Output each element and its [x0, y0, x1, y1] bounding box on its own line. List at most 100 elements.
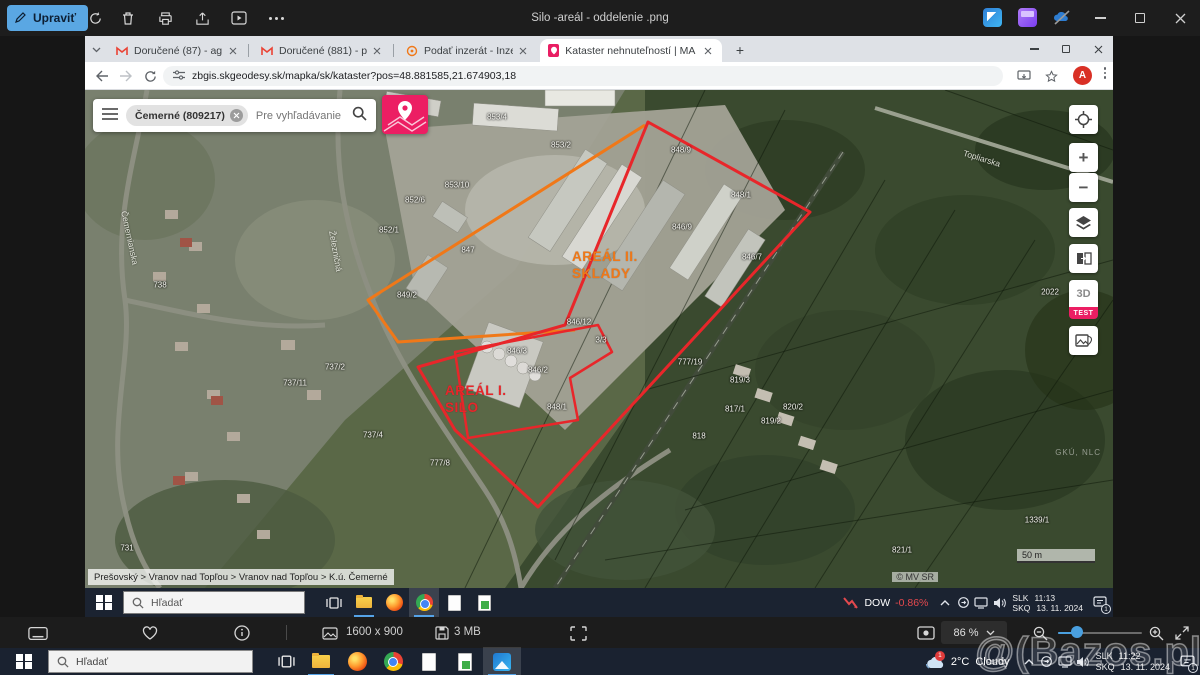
zoom-out-button[interactable]: −: [1069, 173, 1098, 202]
browser-close-button[interactable]: [1083, 36, 1113, 62]
tab-gmail-2[interactable]: Doručené (881) - peter.ontko: [252, 39, 390, 62]
delete-icon[interactable]: [118, 8, 138, 28]
edit-button[interactable]: Upraviť: [7, 5, 88, 31]
menu-hamburger-icon[interactable]: [102, 107, 118, 125]
3d-view-button[interactable]: 3D: [1069, 280, 1098, 307]
map-scalebar: 50 m: [1017, 549, 1095, 563]
weather-widget[interactable]: 1 2°C Cloudy: [925, 655, 1010, 669]
tab-close-icon[interactable]: [228, 44, 237, 58]
calc-icon[interactable]: [447, 647, 483, 675]
system-tray: 1 2°C Cloudy SLK11:22 SKQ13. 11. 2024 1: [925, 647, 1200, 675]
clipchamp-app-icon[interactable]: [1018, 8, 1037, 27]
photos-titlebar: Upraviť Silo -areál - oddelenie .png: [0, 0, 1200, 36]
chip-remove-icon[interactable]: [230, 109, 243, 122]
tab-mapka-active[interactable]: Kataster nehnuteľností | MAPKA: [540, 39, 722, 62]
slideshow-icon[interactable]: [229, 8, 249, 28]
clock-language: SLK11:13 SKQ13. 11. 2024: [1012, 593, 1083, 613]
file-explorer-icon[interactable]: [303, 647, 339, 675]
network-tray-icon[interactable]: [1056, 647, 1074, 675]
zoom-in-button[interactable]: +: [1069, 143, 1098, 172]
parcel-label: 777/8: [430, 459, 450, 468]
search-icon[interactable]: [352, 106, 367, 126]
more-options-icon[interactable]: [266, 8, 286, 28]
network-tray-icon: [972, 588, 990, 617]
mapka-icon: [548, 44, 559, 57]
search-chip[interactable]: Čemerné (809217): [126, 105, 248, 126]
task-view-icon[interactable]: [269, 647, 303, 675]
zoom-out-magnifier-icon[interactable]: [1030, 623, 1050, 643]
fullscreen-expand-icon[interactable]: [1172, 623, 1192, 643]
chrome-icon: [409, 588, 439, 617]
zoom-level-dropdown[interactable]: 86 %: [941, 621, 1007, 644]
browser-minimize-button[interactable]: [1019, 36, 1049, 62]
notification-icon[interactable]: 1: [1174, 647, 1200, 675]
reload-icon[interactable]: [141, 67, 159, 85]
writer-doc-icon: [439, 588, 469, 617]
volume-tray-icon: [990, 588, 1008, 617]
tab-close-icon[interactable]: [373, 44, 382, 58]
volume-tray-icon[interactable]: [1074, 647, 1092, 675]
photos-app-icon[interactable]: [483, 647, 521, 675]
tab-separator: [393, 44, 394, 57]
mapka-logo[interactable]: [382, 95, 428, 134]
chrome-icon[interactable]: [375, 647, 411, 675]
info-icon[interactable]: [232, 623, 252, 643]
tab-search-chevron-icon[interactable]: [91, 42, 102, 60]
tab-bazos[interactable]: Podať inzerát - Inzercia zadarm: [397, 39, 535, 62]
tab-close-icon[interactable]: [519, 44, 527, 58]
back-icon[interactable]: [93, 67, 111, 85]
forward-icon[interactable]: [117, 67, 135, 85]
compare-maps-button[interactable]: [1069, 244, 1098, 273]
hidden-icons-chevron[interactable]: [1020, 647, 1038, 675]
minimize-button[interactable]: [1080, 0, 1120, 36]
crop-corners-icon[interactable]: [568, 623, 588, 643]
zoom-slider-handle[interactable]: [1071, 626, 1083, 638]
parcel-label: 849/2: [397, 291, 417, 300]
share-icon[interactable]: [192, 8, 212, 28]
map-searchbar[interactable]: Čemerné (809217) Pre vyhľadávanie v kata…: [93, 99, 376, 132]
zoom-in-magnifier-icon[interactable]: [1146, 623, 1166, 643]
writer-doc-icon[interactable]: [411, 647, 447, 675]
locate-me-button[interactable]: [1069, 105, 1098, 134]
fit-to-window-icon[interactable]: [916, 623, 936, 643]
parcel-label: 853/10: [445, 181, 469, 190]
map-search-input[interactable]: Pre vyhľadávanie v katastri: [256, 110, 344, 122]
map-viewport[interactable]: 853/4853/2848/9848/1853/10852/6852/1846/…: [85, 90, 1113, 588]
parcel-label: 731: [120, 544, 133, 553]
layers-button[interactable]: [1069, 208, 1098, 237]
start-button[interactable]: [0, 647, 48, 675]
taskbar-search-placeholder: Hľadať: [151, 597, 183, 609]
bookmark-star-icon[interactable]: [1042, 67, 1060, 85]
url-bar[interactable]: zbgis.skgeodesy.sk/mapka/sk/kataster?pos…: [163, 66, 1003, 86]
site-settings-icon[interactable]: [173, 70, 185, 83]
close-button[interactable]: [1160, 0, 1200, 36]
browser-menu-icon[interactable]: [1099, 67, 1111, 79]
favorite-heart-icon[interactable]: [140, 623, 160, 643]
filmstrip-toggle-icon[interactable]: [28, 623, 48, 643]
sync-tray-icon[interactable]: [1038, 647, 1056, 675]
onedrive-disabled-icon[interactable]: [1052, 8, 1071, 27]
areal2-label: AREÁL II.SKLADY: [572, 248, 638, 282]
tab-close-icon[interactable]: [702, 44, 714, 58]
send-to-device-icon[interactable]: [1015, 67, 1033, 85]
screenshot-tray: DOW -0.86% SLK11:13 SKQ13. 11. 2024 1: [843, 588, 1113, 617]
parcel-label: 821/1: [892, 546, 912, 555]
clock-language[interactable]: SLK11:22 SKQ13. 11. 2024: [1096, 651, 1170, 673]
bazos-icon: [405, 44, 418, 57]
taskbar-search-box[interactable]: Hľadať: [48, 650, 253, 673]
tab-label: Doručené (881) - peter.ontko: [279, 45, 367, 57]
imagery-button[interactable]: [1069, 326, 1098, 355]
windows-logo-icon: [16, 654, 32, 670]
new-tab-button[interactable]: +: [730, 40, 750, 60]
map-breadcrumb[interactable]: Prešovský > Vranov nad Topľou > Vranov n…: [88, 569, 394, 585]
rotate-icon[interactable]: [85, 8, 105, 28]
print-icon[interactable]: [155, 8, 175, 28]
parcel-label: 2022: [1041, 288, 1059, 297]
browser-restore-button[interactable]: [1051, 36, 1081, 62]
profile-avatar[interactable]: A: [1073, 66, 1092, 85]
firefox-icon[interactable]: [339, 647, 375, 675]
tab-gmail-1[interactable]: Doručené (87) - agconsult8@g: [107, 39, 245, 62]
parcel-label: 737/11: [283, 379, 307, 388]
edit-image-app-icon[interactable]: [983, 8, 1002, 27]
restore-button[interactable]: [1120, 0, 1160, 36]
